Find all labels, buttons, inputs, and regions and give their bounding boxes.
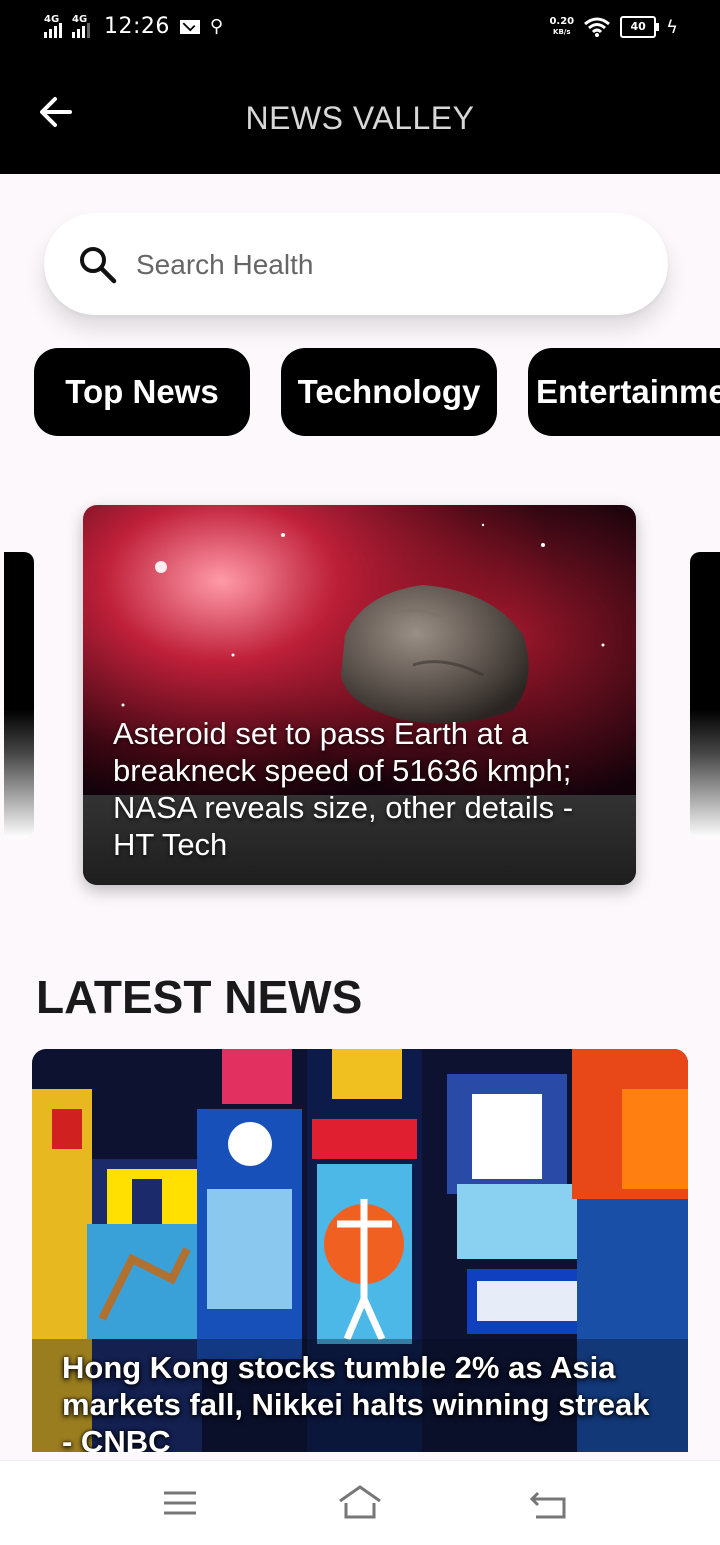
charging-icon: ϟ [666, 16, 678, 38]
usb-icon: ⚲ [209, 16, 224, 37]
network-speed-unit: KB/s [553, 28, 571, 36]
network-speed: 0.20 KB/s [549, 17, 574, 37]
carousel-next-card[interactable] [690, 552, 720, 838]
tab-label: Top News [65, 373, 219, 410]
system-nav-bar [0, 1460, 720, 1545]
search-bar[interactable] [44, 213, 668, 315]
clock: 12:26 [104, 14, 170, 39]
wifi-icon [584, 17, 611, 37]
mail-icon [179, 19, 200, 34]
menu-icon[interactable] [156, 1483, 204, 1523]
status-left: 4G 4G 12:26 ⚲ [44, 14, 223, 39]
featured-news-card[interactable]: Asteroid set to pass Earth at a breaknec… [83, 505, 636, 885]
signal-strength-icon: 4G [44, 13, 62, 38]
back-icon[interactable] [526, 1483, 574, 1523]
page-title: NEWS VALLEY [245, 100, 475, 136]
home-icon[interactable] [336, 1483, 384, 1523]
featured-news-title: Asteroid set to pass Earth at a breaknec… [113, 716, 574, 862]
tab-entertainment[interactable]: Entertainment [528, 348, 720, 436]
battery-icon: 40 [620, 16, 660, 38]
tab-top-news[interactable]: Top News [34, 348, 250, 436]
app-bar: NEWS VALLEY [0, 62, 720, 174]
signal-strength-icon: 4G [72, 13, 90, 38]
tab-label: Technology [297, 373, 481, 410]
tab-technology[interactable]: Technology [281, 348, 497, 436]
battery-level: 40 [630, 20, 646, 33]
network-type-label: 4G [72, 13, 88, 25]
network-speed-value: 0.20 [549, 16, 575, 27]
network-type-label: 4G [44, 13, 60, 25]
tab-label: Entertainment [536, 373, 720, 410]
latest-news-heading: LATEST NEWS [36, 971, 363, 1023]
news-card[interactable]: Hong Kong stocks tumble 2% as Asia marke… [32, 1049, 688, 1452]
status-bar: 4G 4G 12:26 ⚲ 0.20 KB/s 40 ϟ [0, 0, 720, 62]
news-card-title: Hong Kong stocks tumble 2% as Asia marke… [62, 1350, 650, 1452]
status-right: 0.20 KB/s 40 ϟ [549, 16, 678, 38]
category-tabs: Top News Technology Entertainment [34, 348, 720, 438]
search-icon [80, 247, 117, 284]
search-input[interactable] [134, 241, 638, 289]
carousel-prev-card[interactable] [4, 552, 34, 838]
